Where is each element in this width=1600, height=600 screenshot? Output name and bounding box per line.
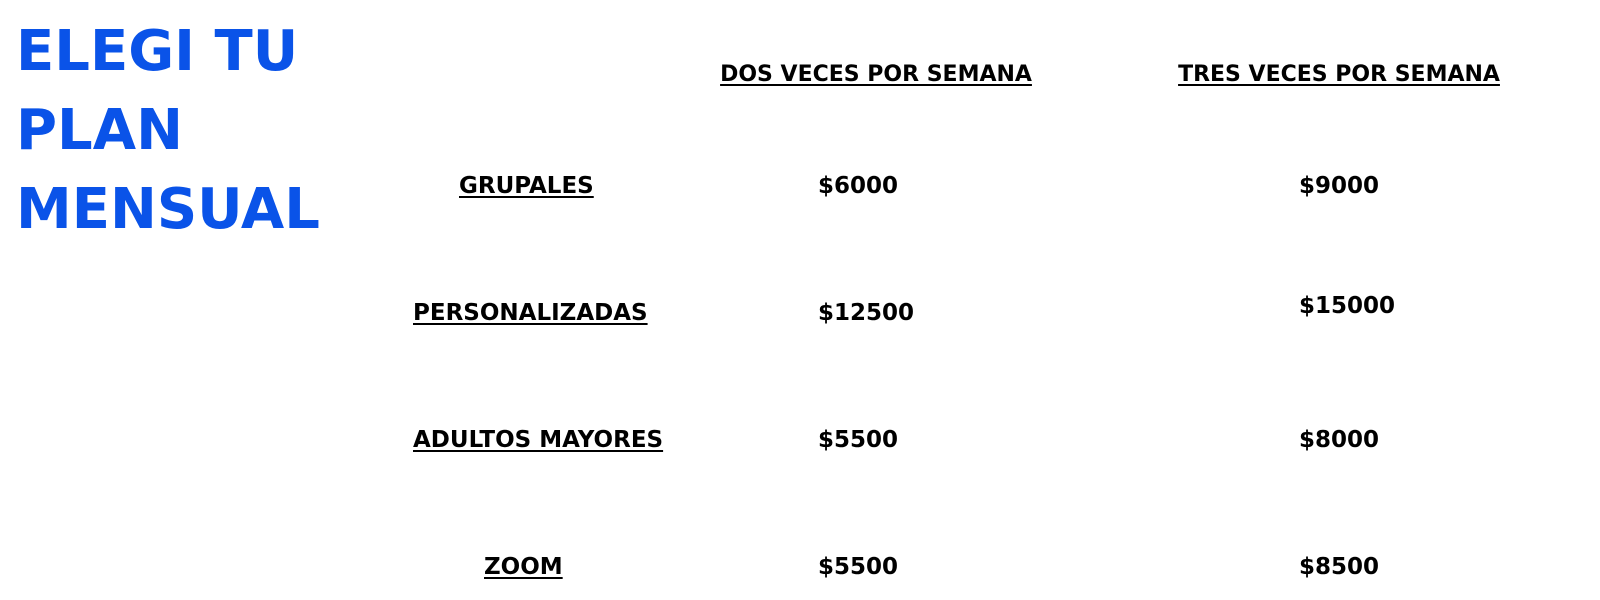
price-personalizadas-dos: $12500 [818,300,915,326]
price-grupales-tres: $9000 [1299,173,1380,199]
column-header-tres-veces: TRES VECES POR SEMANA [1178,62,1500,87]
column-header-dos-veces: DOS VECES POR SEMANA [720,62,1032,87]
row-label-zoom: ZOOM [484,554,563,580]
price-zoom-tres: $8500 [1299,554,1380,580]
price-zoom-dos: $5500 [818,554,899,580]
row-label-adultos-mayores: ADULTOS MAYORES [413,427,664,453]
price-personalizadas-tres: $15000 [1299,293,1396,319]
title-line-2: PLAN [16,98,183,163]
row-label-personalizadas: PERSONALIZADAS [413,300,648,326]
title-line-3: MENSUAL [16,177,320,242]
row-label-grupales: GRUPALES [459,173,594,199]
page-title: ELEGI TU PLAN MENSUAL [16,12,320,249]
price-adultos-mayores-dos: $5500 [818,427,899,453]
price-adultos-mayores-tres: $8000 [1299,427,1380,453]
title-line-1: ELEGI TU [16,19,299,84]
price-grupales-dos: $6000 [818,173,899,199]
